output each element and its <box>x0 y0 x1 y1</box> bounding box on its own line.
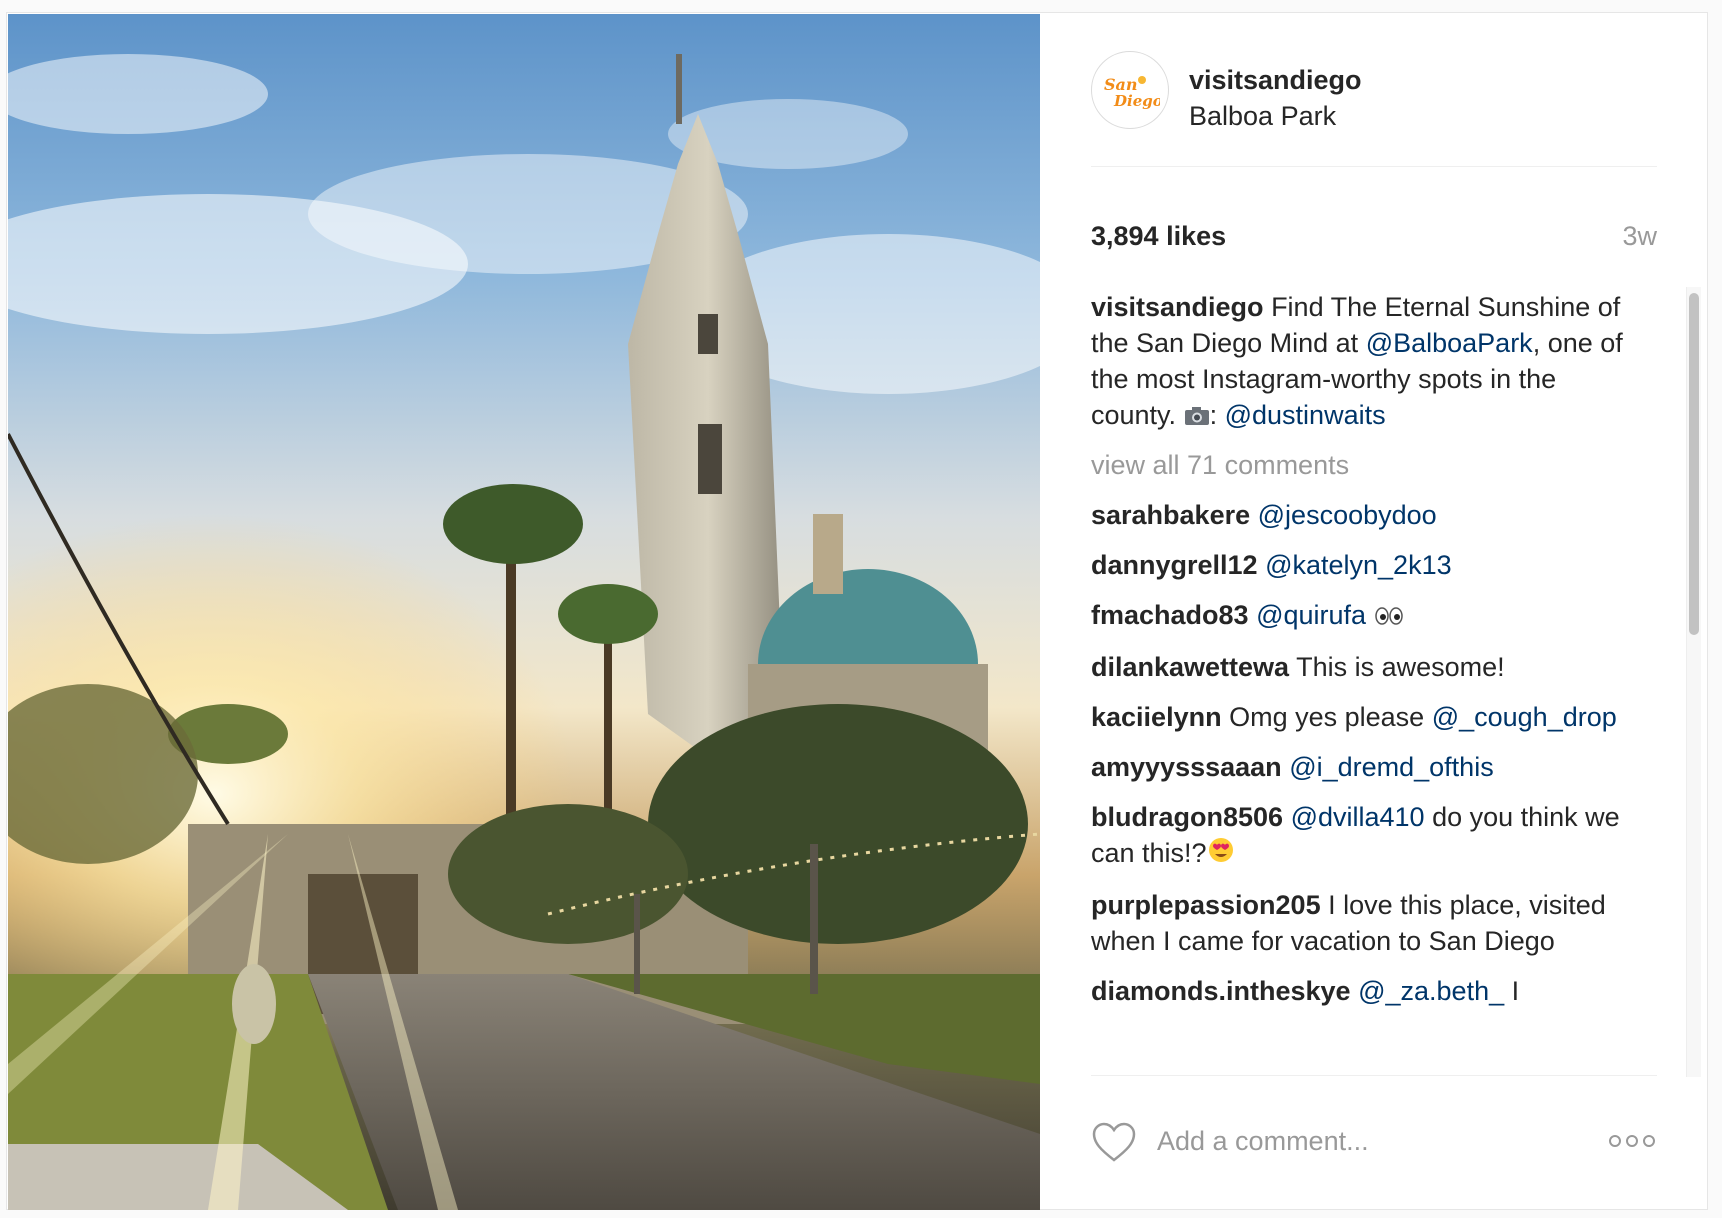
header-divider <box>1091 166 1657 167</box>
svg-text:Diego: Diego <box>1113 92 1160 110</box>
caption-mention[interactable]: @BalboaPark <box>1366 328 1533 358</box>
comment-row: kaciielynn Omg yes please @_cough_drop <box>1091 699 1663 735</box>
post-sidebar: San Diego visitsandiego Balboa Park 3,89… <box>1041 13 1707 1209</box>
footer-divider <box>1091 1075 1657 1076</box>
comment-username[interactable]: dilankawettewa <box>1091 652 1289 682</box>
comment-text: I <box>1511 976 1520 1007</box>
post-photo[interactable] <box>8 14 1040 1210</box>
comment-mention[interactable]: @_za.beth_ <box>1358 976 1504 1006</box>
caption-text: : <box>1209 400 1218 430</box>
scrollbar-thumb[interactable] <box>1689 293 1699 635</box>
comment-username[interactable]: sarahbakere <box>1091 500 1250 530</box>
view-all-comments-link[interactable]: view all 71 comments <box>1091 447 1663 483</box>
avatar[interactable]: San Diego <box>1091 51 1169 129</box>
comments-container: sarahbakere @jescoobydoo dannygrell12 @k… <box>1091 497 1663 1009</box>
camera-icon <box>1184 399 1210 435</box>
add-comment-input[interactable] <box>1157 1117 1597 1165</box>
comment-mention[interactable]: @jescoobydoo <box>1258 500 1437 530</box>
post-location[interactable]: Balboa Park <box>1189 101 1336 132</box>
comment-mention[interactable]: @quirufa <box>1256 600 1366 630</box>
caption-username[interactable]: visitsandiego <box>1091 292 1264 322</box>
caption-mention[interactable]: @dustinwaits <box>1225 400 1386 430</box>
comment-row: fmachado83 @quirufa <box>1091 597 1663 635</box>
comment-mention[interactable]: @katelyn_2k13 <box>1265 550 1452 580</box>
comment-mention[interactable]: @dvilla410 <box>1291 802 1425 832</box>
heart-outline-icon[interactable] <box>1091 1121 1137 1163</box>
post-header: San Diego visitsandiego Balboa Park <box>1091 51 1657 151</box>
comments-scrollbar[interactable] <box>1686 287 1701 1077</box>
comment-row: amyyysssaaan @i_dremd_ofthis <box>1091 749 1663 785</box>
comment-username[interactable]: dannygrell12 <box>1091 550 1258 580</box>
comment-mention[interactable]: @i_dremd_ofthis <box>1289 752 1494 782</box>
comment-text: Omg yes please <box>1229 701 1425 732</box>
post-time[interactable]: 3w <box>1622 221 1657 252</box>
san-diego-logo: San Diego <box>1104 75 1160 110</box>
balboa-park-photo <box>8 54 1040 1210</box>
comment-username[interactable]: diamonds.intheskye <box>1091 976 1351 1006</box>
post-caption: visitsandiego Find The Eternal Sunshine … <box>1091 289 1631 435</box>
heart-eyes-emoji <box>1207 836 1235 873</box>
post-username[interactable]: visitsandiego <box>1189 65 1362 96</box>
comment-username[interactable]: amyyysssaaan <box>1091 752 1282 782</box>
comment-username[interactable]: bludragon8506 <box>1091 802 1283 832</box>
comment-text: This is awesome! <box>1296 651 1505 682</box>
comment-username[interactable]: purplepassion205 <box>1091 890 1321 920</box>
comments-list[interactable]: visitsandiego Find The Eternal Sunshine … <box>1091 289 1663 1077</box>
more-options-icon[interactable] <box>1607 1131 1657 1151</box>
comment-row: diamonds.intheskye @_za.beth_ I <box>1091 973 1663 1009</box>
comment-row: dilankawettewa This is awesome! <box>1091 649 1663 685</box>
comment-row: dannygrell12 @katelyn_2k13 <box>1091 547 1663 583</box>
comment-row: bludragon8506 @dvilla410 do you think we… <box>1091 799 1663 873</box>
comment-mention[interactable]: @_cough_drop <box>1432 702 1617 732</box>
comment-footer <box>1091 1117 1657 1173</box>
comment-row: purplepassion205 I love this place, visi… <box>1091 887 1663 959</box>
eyes-emoji <box>1374 599 1404 635</box>
likes-count[interactable]: 3,894 likes <box>1091 221 1226 252</box>
comment-username[interactable]: fmachado83 <box>1091 600 1249 630</box>
likes-row: 3,894 likes 3w <box>1091 209 1657 252</box>
comment-username[interactable]: kaciielynn <box>1091 702 1222 732</box>
comment-row: sarahbakere @jescoobydoo <box>1091 497 1663 533</box>
post-card: San Diego visitsandiego Balboa Park 3,89… <box>6 12 1708 1210</box>
